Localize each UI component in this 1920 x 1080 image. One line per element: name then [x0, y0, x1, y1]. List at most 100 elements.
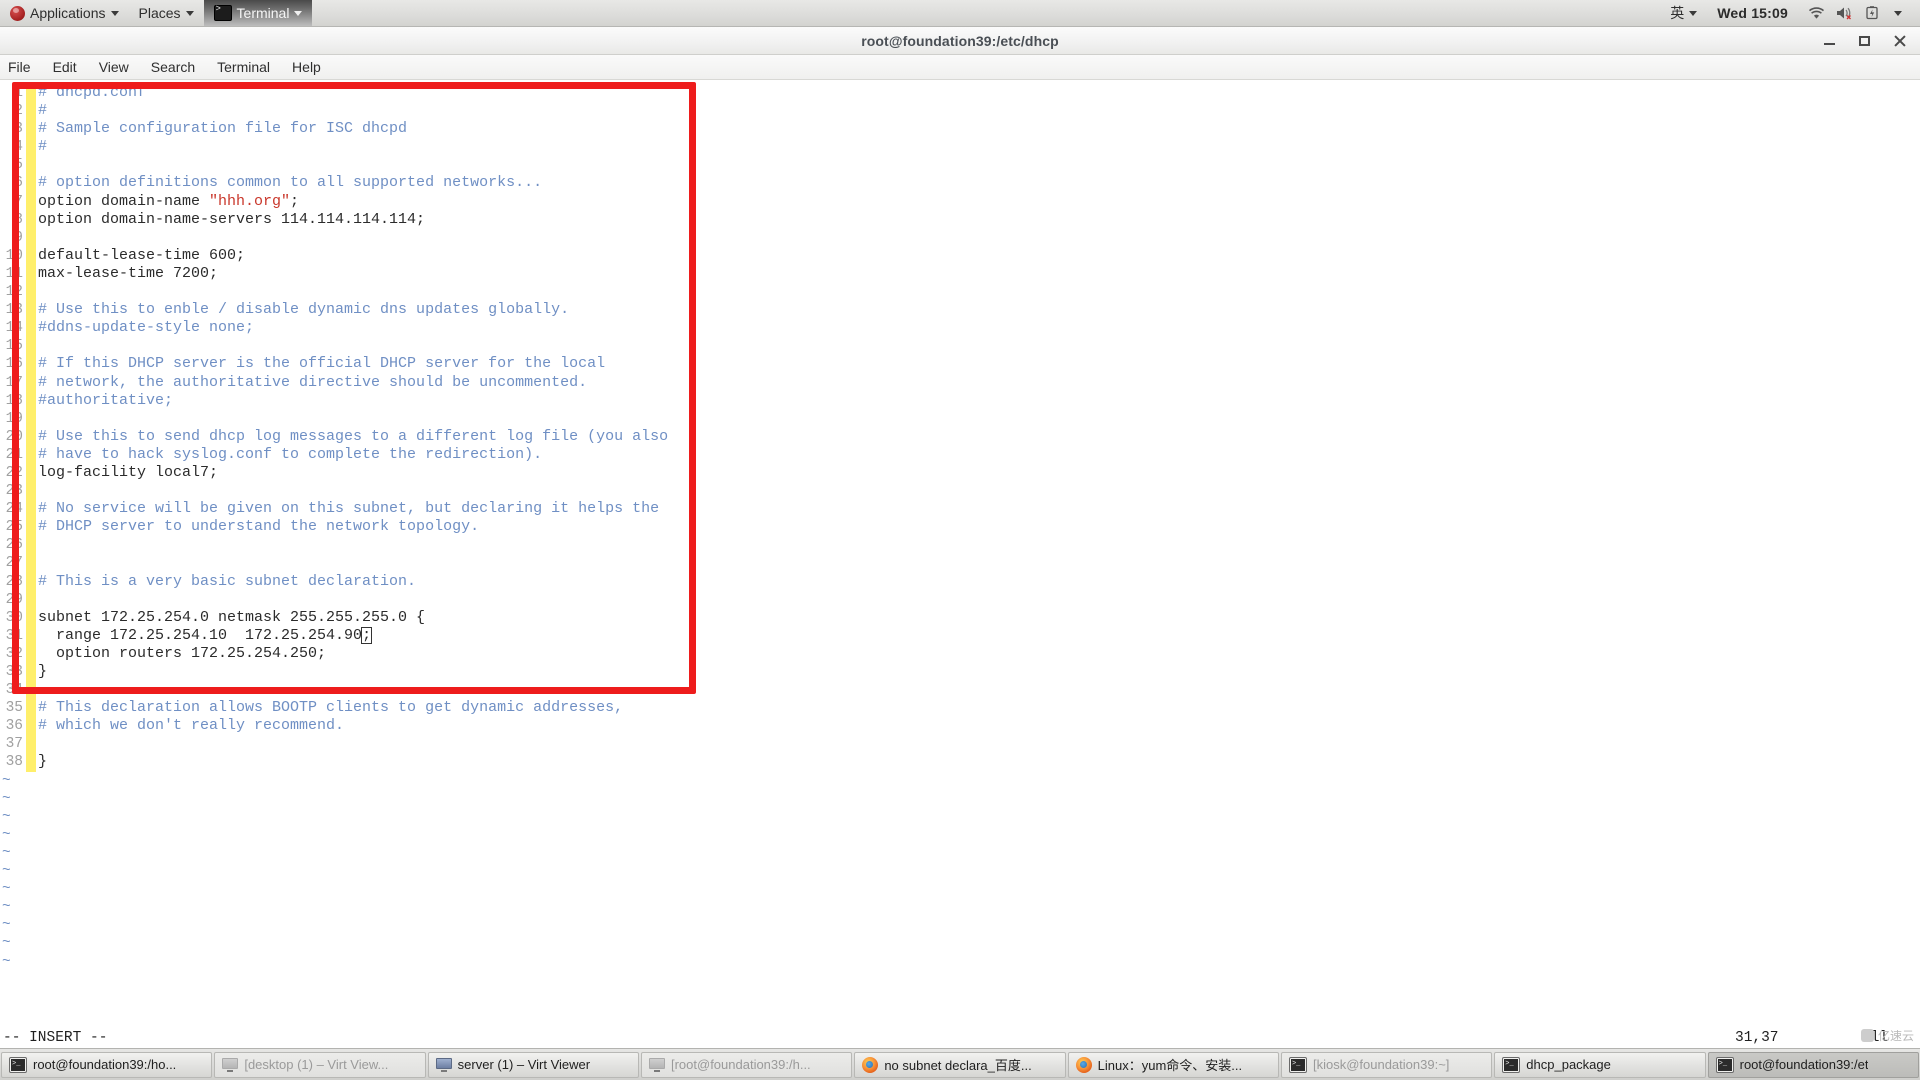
maximize-icon[interactable] [1856, 32, 1873, 49]
fedora-logo-icon [10, 6, 25, 21]
code-text: option domain-name "hhh.org"; [36, 193, 299, 211]
highlight-column [26, 374, 36, 392]
menu-search[interactable]: Search [140, 55, 206, 79]
highlight-column [26, 446, 36, 464]
code-line: 28 # This is a very basic subnet declarat… [0, 573, 1920, 591]
line-number: 38 [0, 753, 26, 771]
wifi-icon [1808, 6, 1825, 20]
line-number: 21 [0, 446, 26, 464]
vim-editor[interactable]: 1# dhcpd.conf2#3# Sample configuration f… [0, 80, 1920, 1048]
code-line: 11 max-lease-time 7200; [0, 265, 1920, 283]
code-line: 16# If this DHCP server is the official … [0, 355, 1920, 373]
text-cursor: ; [361, 627, 372, 644]
code-text: # If this DHCP server is the official DH… [36, 355, 605, 373]
code-line: 12 [0, 283, 1920, 301]
taskbar-button-label: root@foundation39:/ho... [33, 1057, 176, 1072]
code-token: range 172.25.254.10 172.25.254.90 [38, 627, 362, 644]
code-text: # dhcpd.conf [36, 84, 146, 102]
code-token: log-facility local7; [38, 464, 218, 481]
code-token: ; [290, 193, 299, 210]
highlight-column [26, 392, 36, 410]
minimize-icon[interactable] [1821, 32, 1838, 49]
taskbar-button[interactable]: server (1) – Virt Viewer [428, 1052, 639, 1078]
code-line: 33} [0, 663, 1920, 681]
taskbar-button[interactable]: no subnet declara_百度... [854, 1052, 1065, 1078]
input-method-indicator[interactable]: 英 [1660, 0, 1707, 26]
line-number: 27 [0, 554, 26, 572]
menu-help[interactable]: Help [281, 55, 332, 79]
code-line: 20# Use this to send dhcp log messages t… [0, 428, 1920, 446]
code-token: # option definitions common to all suppo… [38, 174, 542, 191]
taskbar-button[interactable]: [kiosk@foundation39:~] [1281, 1052, 1492, 1078]
line-number: 5 [0, 156, 26, 174]
code-line: 37 [0, 735, 1920, 753]
top-panel-right: 英 Wed 15:09 [1660, 0, 1920, 26]
code-token: # which we don't really recommend. [38, 717, 344, 734]
code-text: # Use this to enble / disable dynamic dn… [36, 301, 569, 319]
line-number: 23 [0, 482, 26, 500]
code-text: subnet 172.25.254.0 netmask 255.255.255.… [36, 609, 425, 627]
code-line: 29 [0, 591, 1920, 609]
code-line: 1# dhcpd.conf [0, 84, 1920, 102]
menu-terminal[interactable]: Terminal [206, 55, 281, 79]
code-line: 38} [0, 753, 1920, 771]
system-status-area[interactable] [1798, 0, 1912, 26]
empty-line-marker: ~ [0, 953, 1920, 971]
highlight-column [26, 355, 36, 373]
code-token: #authoritative; [38, 392, 173, 409]
code-line: 17# network, the authoritative directive… [0, 374, 1920, 392]
monitor-icon [222, 1058, 238, 1072]
code-line: 26 [0, 536, 1920, 554]
line-number: 25 [0, 518, 26, 536]
code-token: # This is a very basic subnet declaratio… [38, 573, 416, 590]
line-number: 28 [0, 573, 26, 591]
highlight-column [26, 464, 36, 482]
code-line: 34 [0, 681, 1920, 699]
taskbar-button[interactable]: root@foundation39:/et [1708, 1052, 1919, 1078]
menu-view[interactable]: View [88, 55, 140, 79]
applications-menu[interactable]: Applications [0, 0, 129, 26]
line-number: 3 [0, 120, 26, 138]
line-number: 7 [0, 193, 26, 211]
line-number: 32 [0, 645, 26, 663]
highlight-column [26, 120, 36, 138]
menu-file[interactable]: File [0, 55, 42, 79]
taskbar-button[interactable]: [root@foundation39:/h... [641, 1052, 852, 1078]
code-line: 36# which we don't really recommend. [0, 717, 1920, 735]
clock[interactable]: Wed 15:09 [1707, 0, 1798, 26]
line-number: 37 [0, 735, 26, 753]
code-text: } [36, 663, 47, 681]
code-token: # Use this to enble / disable dynamic dn… [38, 301, 569, 318]
terminal-icon [214, 5, 232, 21]
empty-line-marker: ~ [0, 772, 1920, 790]
code-line: 10default-lease-time 600; [0, 247, 1920, 265]
taskbar-button[interactable]: [desktop (1) – Virt View... [214, 1052, 425, 1078]
code-text: max-lease-time 7200; [36, 265, 218, 283]
code-text: log-facility local7; [36, 464, 218, 482]
code-line: 4# [0, 138, 1920, 156]
menu-edit[interactable]: Edit [42, 55, 88, 79]
code-token: # [38, 102, 47, 119]
taskbar-button[interactable]: Linux：yum命令、安装... [1068, 1052, 1279, 1078]
highlight-column [26, 211, 36, 229]
line-number: 11 [0, 265, 26, 283]
window-titlebar[interactable]: root@foundation39:/etc/dhcp [0, 27, 1920, 55]
code-text: } [36, 753, 47, 771]
monitor-icon [649, 1058, 665, 1072]
close-icon[interactable] [1891, 32, 1908, 49]
places-menu[interactable]: Places [129, 0, 204, 26]
line-number: 17 [0, 374, 26, 392]
code-line: 2# [0, 102, 1920, 120]
tilde-marker: ~ [0, 934, 26, 952]
firefox-icon [862, 1057, 878, 1073]
code-line: 15 [0, 337, 1920, 355]
taskbar-button[interactable]: root@foundation39:/ho... [1, 1052, 212, 1078]
code-line: 25# DHCP server to understand the networ… [0, 518, 1920, 536]
terminal-icon [1289, 1057, 1307, 1073]
highlight-column [26, 193, 36, 211]
taskbar-button-label: [desktop (1) – Virt View... [244, 1057, 388, 1072]
line-number: 34 [0, 681, 26, 699]
taskbar-button[interactable]: dhcp_package [1494, 1052, 1705, 1078]
highlight-column [26, 482, 36, 500]
terminal-app-menu[interactable]: Terminal [204, 0, 313, 26]
